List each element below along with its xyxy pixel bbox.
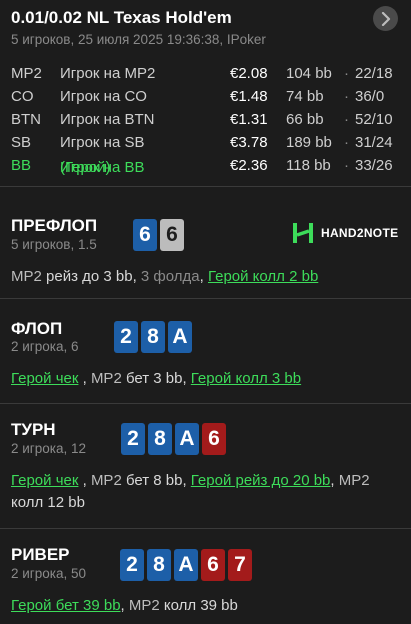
player-stack-bb: 74 bb	[286, 88, 324, 105]
street-title: ФЛОП	[11, 319, 63, 338]
board-cards: 2 8 A	[114, 321, 192, 353]
playing-card: 6	[202, 423, 226, 455]
action-player: MP2	[90, 472, 122, 489]
action-text: бет 8 bb,	[121, 472, 191, 489]
player-name: Игрок на BTN	[60, 111, 155, 128]
player-position: BTN	[11, 111, 41, 128]
player-row-bb-hero[interactable]: BB Игрок на BB (Герой) €2.36 118 bb · 33…	[0, 155, 411, 178]
player-position: MP2	[11, 65, 42, 82]
playing-card: A	[174, 549, 198, 581]
player-stack: €1.48	[230, 88, 268, 105]
player-name: Игрок на CO	[60, 88, 147, 105]
player-position: CO	[11, 88, 34, 105]
playing-card: 6	[160, 219, 184, 251]
player-row-sb[interactable]: SB Игрок на SB €3.78 189 bb · 31/24	[0, 132, 411, 155]
playing-card: 8	[141, 321, 165, 353]
stats-separator: ·	[344, 157, 349, 174]
street-actions: Герой бет 39 bb, MP2 колл 39 bb	[11, 595, 403, 617]
stats-separator: ·	[344, 111, 349, 128]
next-hand-button[interactable]	[373, 6, 398, 31]
player-stats: 52/10	[355, 111, 393, 128]
street-subtitle: 5 игроков, 1.5	[11, 237, 97, 252]
player-stack-bb: 104 bb	[286, 65, 332, 82]
river-section: РИВЕР 2 игрока, 50 2 8 A 6 7 Герой бет 3…	[0, 530, 411, 624]
action-text: колл 12 bb	[11, 494, 85, 511]
hand-subtitle: 5 игроков, 25 июля 2025 19:36:38, IPoker	[11, 32, 266, 47]
street-subtitle: 2 игрока, 6	[11, 339, 79, 354]
street-title: ТУРН	[11, 420, 56, 439]
street-title: РИВЕР	[11, 545, 70, 564]
playing-card: 8	[147, 549, 171, 581]
action-player: MP2	[11, 268, 42, 285]
player-stats: 36/0	[355, 88, 385, 105]
action-text: ,	[120, 597, 129, 614]
hero-action: Герой колл 2 bb	[207, 268, 319, 285]
player-name: Игрок на SB	[60, 134, 145, 151]
hero-action: Герой чек	[11, 370, 79, 387]
action-player: MP2	[90, 370, 122, 387]
playing-card: 2	[114, 321, 138, 353]
player-position: BB	[11, 157, 32, 174]
player-stack-bb: 118 bb	[286, 157, 331, 174]
stats-separator: ·	[344, 65, 349, 82]
hero-action: Герой колл 3 bb	[190, 370, 302, 387]
playing-card: A	[168, 321, 192, 353]
action-text: рейз до 3 bb,	[41, 268, 141, 285]
player-stats: 31/24	[355, 134, 393, 151]
player-stack: €3.78	[230, 134, 268, 151]
logo-text: HAND2NOTE	[321, 226, 399, 240]
playing-card: 2	[120, 549, 144, 581]
player-stack-bb: 189 bb	[286, 134, 332, 151]
action-text: ,	[78, 472, 91, 489]
action-player: MP2	[338, 472, 370, 489]
player-stack: €1.31	[230, 111, 268, 128]
street-subtitle: 2 игрока, 50	[11, 566, 86, 581]
hand-title: 0.01/0.02 NL Texas Hold'em	[11, 8, 232, 27]
action-text: бет 3 bb,	[121, 370, 191, 387]
action-text: колл 39 bb	[159, 597, 238, 614]
player-position: SB	[11, 134, 32, 151]
hero-action: Герой бет 39 bb	[11, 597, 121, 614]
board-cards: 2 8 A 6	[121, 423, 226, 455]
hero-action: Герой рейз до 20 bb	[190, 472, 331, 489]
hero-tag: (Герой)	[60, 159, 111, 176]
player-name: Игрок на MP2	[60, 65, 156, 82]
hand-header: 0.01/0.02 NL Texas Hold'em 5 игроков, 25…	[0, 0, 411, 187]
action-player: MP2	[128, 597, 160, 614]
player-row-btn[interactable]: BTN Игрок на BTN €1.31 66 bb · 52/10	[0, 109, 411, 132]
action-text: 3 фолда	[140, 268, 200, 285]
player-stats: 22/18	[355, 65, 393, 82]
chevron-right-icon	[381, 11, 390, 26]
player-stack-bb: 66 bb	[286, 111, 324, 128]
player-row-mp2[interactable]: MP2 Игрок на MP2 €2.08 104 bb · 22/18	[0, 63, 411, 86]
action-text: ,	[330, 472, 339, 489]
flop-section: ФЛОП 2 игрока, 6 2 8 A Герой чек , MP2 б…	[0, 300, 411, 404]
players-list: MP2 Игрок на MP2 €2.08 104 bb · 22/18 CO…	[0, 63, 411, 178]
player-row-co[interactable]: CO Игрок на CO €1.48 74 bb · 36/0	[0, 86, 411, 109]
playing-card: 8	[148, 423, 172, 455]
street-actions: MP2 рейз до 3 bb, 3 фолда, Герой колл 2 …	[11, 266, 403, 288]
street-title: ПРЕФЛОП	[11, 216, 98, 235]
playing-card: A	[175, 423, 199, 455]
stats-separator: ·	[344, 88, 349, 105]
hand2note-logo: HAND2NOTE	[291, 221, 398, 245]
action-text: ,	[199, 268, 208, 285]
player-stack: €2.36	[230, 157, 268, 174]
street-actions: Герой чек , MP2 бет 8 bb, Герой рейз до …	[11, 470, 403, 514]
player-stats: 33/26	[355, 157, 393, 174]
turn-section: ТУРН 2 игрока, 12 2 8 A 6 Герой чек , MP…	[0, 405, 411, 529]
playing-card: 6	[133, 219, 157, 251]
hero-action: Герой чек	[11, 472, 79, 489]
hole-cards: 6 6	[133, 219, 184, 251]
playing-card: 2	[121, 423, 145, 455]
hand2note-logo-icon	[293, 223, 313, 243]
player-stack: €2.08	[230, 65, 268, 82]
action-text: ,	[78, 370, 91, 387]
playing-card: 7	[228, 549, 252, 581]
board-cards: 2 8 A 6 7	[120, 549, 252, 581]
playing-card: 6	[201, 549, 225, 581]
street-subtitle: 2 игрока, 12	[11, 441, 86, 456]
stats-separator: ·	[344, 134, 349, 151]
street-actions: Герой чек , MP2 бет 3 bb, Герой колл 3 b…	[11, 368, 403, 390]
